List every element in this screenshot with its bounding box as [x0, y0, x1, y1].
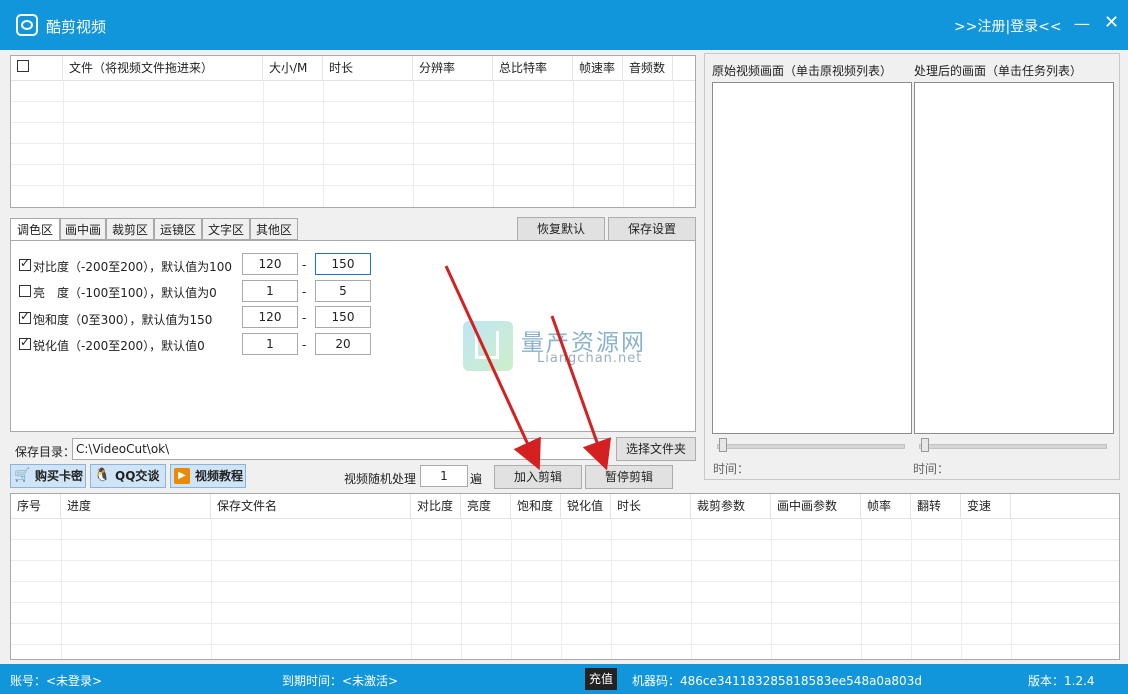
brightness-checkbox[interactable] — [19, 285, 31, 297]
original-video-view[interactable] — [712, 82, 912, 434]
watermark-subtitle: Liangchan.net — [537, 351, 643, 366]
tab-camera-move[interactable]: 运镜区 — [154, 218, 202, 240]
contrast-label: 对比度（-200至200），默认值为100 — [33, 260, 233, 274]
qq-penguin-icon: 🐧 — [94, 468, 111, 483]
tab-text[interactable]: 文字区 — [202, 218, 250, 240]
original-slider-track[interactable] — [717, 444, 905, 449]
saturation-max-input[interactable]: 150 — [315, 306, 371, 328]
range-separator: - — [302, 338, 307, 352]
task-table-header: 序号 进度 保存文件名 对比度 亮度 饱和度 锐化值 时长 裁剪参数 画中画参数… — [11, 494, 1119, 519]
save-settings-button[interactable]: 保存设置 — [608, 217, 696, 241]
task-col-contrast[interactable]: 对比度 — [411, 494, 461, 518]
processed-slider-thumb[interactable] — [921, 438, 929, 452]
qq-chat-button[interactable]: 🐧 QQ交谈 — [90, 464, 166, 488]
original-slider-thumb[interactable] — [719, 438, 727, 452]
file-col-duration[interactable]: 时长 — [323, 56, 413, 80]
contrast-checkbox[interactable] — [19, 256, 31, 271]
task-col-saturation[interactable]: 饱和度 — [511, 494, 561, 518]
watermark: 量产资源网 Liangchan.net — [463, 321, 683, 375]
task-col-sharpen[interactable]: 锐化值 — [561, 494, 611, 518]
video-tutorial-label: 视频教程 — [195, 469, 244, 483]
saturation-label: 饱和度（0至300），默认值为150 — [33, 313, 213, 327]
processed-slider-track[interactable] — [919, 444, 1107, 449]
range-separator: - — [302, 258, 307, 272]
random-process-label: 视频随机处理 — [344, 472, 417, 486]
title-bar: 酷剪视频 >>注册|登录<< — ✕ — [0, 0, 1128, 50]
buy-card-button[interactable]: 🛒 购买卡密 — [10, 464, 86, 488]
file-col-bitrate[interactable]: 总比特率 — [493, 56, 573, 80]
task-col-flip[interactable]: 翻转 — [911, 494, 961, 518]
pause-edit-button[interactable]: 暂停剪辑 — [585, 465, 673, 489]
task-col-framerate[interactable]: 帧率 — [861, 494, 911, 518]
status-bar: 账号：<未登录> 到期时间：<未激活> 充值 机器码：486ce34118328… — [0, 664, 1128, 694]
contrast-max-input[interactable]: 150 — [315, 253, 371, 275]
recharge-button[interactable]: 充值 — [585, 668, 617, 690]
task-list-table[interactable]: 序号 进度 保存文件名 对比度 亮度 饱和度 锐化值 时长 裁剪参数 画中画参数… — [10, 493, 1120, 660]
task-col-crop[interactable]: 裁剪参数 — [691, 494, 771, 518]
watermark-logo-icon — [463, 321, 513, 371]
original-time-label: 时间： — [713, 462, 750, 476]
sharpen-checkbox[interactable] — [19, 335, 31, 350]
random-count-input[interactable]: 1 — [420, 465, 468, 487]
file-col-audio[interactable]: 音频数 — [623, 56, 673, 80]
sharpen-max-input[interactable]: 20 — [315, 333, 371, 355]
expiry-status: 到期时间：<未激活> — [282, 674, 399, 688]
file-col-size[interactable]: 大小/M — [263, 56, 323, 80]
save-dir-input[interactable]: C:\VideoCut\ok\ — [72, 438, 608, 460]
tab-pip[interactable]: 画中画 — [60, 218, 106, 240]
account-status: 账号：<未登录> — [10, 674, 103, 688]
add-edit-button[interactable]: 加入剪辑 — [494, 465, 582, 489]
sharpen-label: 锐化值（-200至200），默认值0 — [33, 339, 205, 353]
version-label: 版本：1.2.4 — [1028, 674, 1095, 688]
task-col-duration[interactable]: 时长 — [611, 494, 691, 518]
qq-chat-label: QQ交谈 — [115, 469, 160, 483]
range-separator: - — [302, 311, 307, 325]
brightness-label: 亮 度（-100至100），默认值为0 — [33, 286, 217, 300]
file-col-framerate[interactable]: 帧速率 — [573, 56, 623, 80]
machine-code: 机器码：486ce341183285818583ee548a0a803d — [632, 674, 922, 688]
task-col-brightness[interactable]: 亮度 — [461, 494, 511, 518]
select-all-checkbox[interactable] — [17, 60, 29, 72]
brightness-min-input[interactable]: 1 — [242, 280, 298, 302]
task-col-speed[interactable]: 变速 — [961, 494, 1011, 518]
task-col-pip[interactable]: 画中画参数 — [771, 494, 861, 518]
tab-color[interactable]: 调色区 — [10, 218, 60, 242]
processed-preview-label: 处理后的画面（单击任务列表） — [914, 64, 1083, 78]
close-icon[interactable]: ✕ — [1104, 12, 1119, 33]
select-all-cell[interactable] — [11, 56, 63, 80]
restore-default-button[interactable]: 恢复默认 — [517, 217, 605, 241]
saturation-checkbox[interactable] — [19, 309, 31, 324]
login-register-link[interactable]: >>注册|登录<< — [954, 16, 1062, 36]
range-separator: - — [302, 285, 307, 299]
save-dir-label: 保存目录： — [15, 445, 76, 459]
task-col-index[interactable]: 序号 — [11, 494, 61, 518]
file-table-header: 文件（将视频文件拖进来） 大小/M 时长 分辨率 总比特率 帧速率 音频数 — [11, 56, 695, 81]
tab-other[interactable]: 其他区 — [250, 218, 298, 240]
task-col-filename[interactable]: 保存文件名 — [211, 494, 411, 518]
brightness-max-input[interactable]: 5 — [315, 280, 371, 302]
contrast-min-input[interactable]: 120 — [242, 253, 298, 275]
minimize-icon[interactable]: — — [1074, 14, 1090, 33]
choose-folder-button[interactable]: 选择文件夹 — [616, 437, 696, 461]
preview-panel: 原始视频画面（单击原视频列表） 处理后的画面（单击任务列表） 时间： 时间： — [704, 53, 1120, 480]
original-preview-label: 原始视频画面（单击原视频列表） — [712, 64, 893, 78]
video-tutorial-button[interactable]: ▶ 视频教程 — [170, 464, 246, 488]
play-icon: ▶ — [174, 468, 190, 484]
tab-crop[interactable]: 裁剪区 — [106, 218, 154, 240]
task-col-progress[interactable]: 进度 — [61, 494, 211, 518]
processed-time-label: 时间： — [913, 462, 950, 476]
app-logo-icon — [16, 14, 38, 36]
file-col-name[interactable]: 文件（将视频文件拖进来） — [63, 56, 263, 80]
random-unit-label: 遍 — [470, 472, 483, 486]
file-col-resolution[interactable]: 分辨率 — [413, 56, 493, 80]
buy-card-label: 购买卡密 — [35, 469, 84, 483]
app-title: 酷剪视频 — [46, 18, 107, 36]
saturation-min-input[interactable]: 120 — [242, 306, 298, 328]
file-list-table[interactable]: 文件（将视频文件拖进来） 大小/M 时长 分辨率 总比特率 帧速率 音频数 — [10, 55, 696, 208]
sharpen-min-input[interactable]: 1 — [242, 333, 298, 355]
processed-video-view[interactable] — [914, 82, 1114, 434]
cart-icon: 🛒 — [14, 468, 31, 483]
